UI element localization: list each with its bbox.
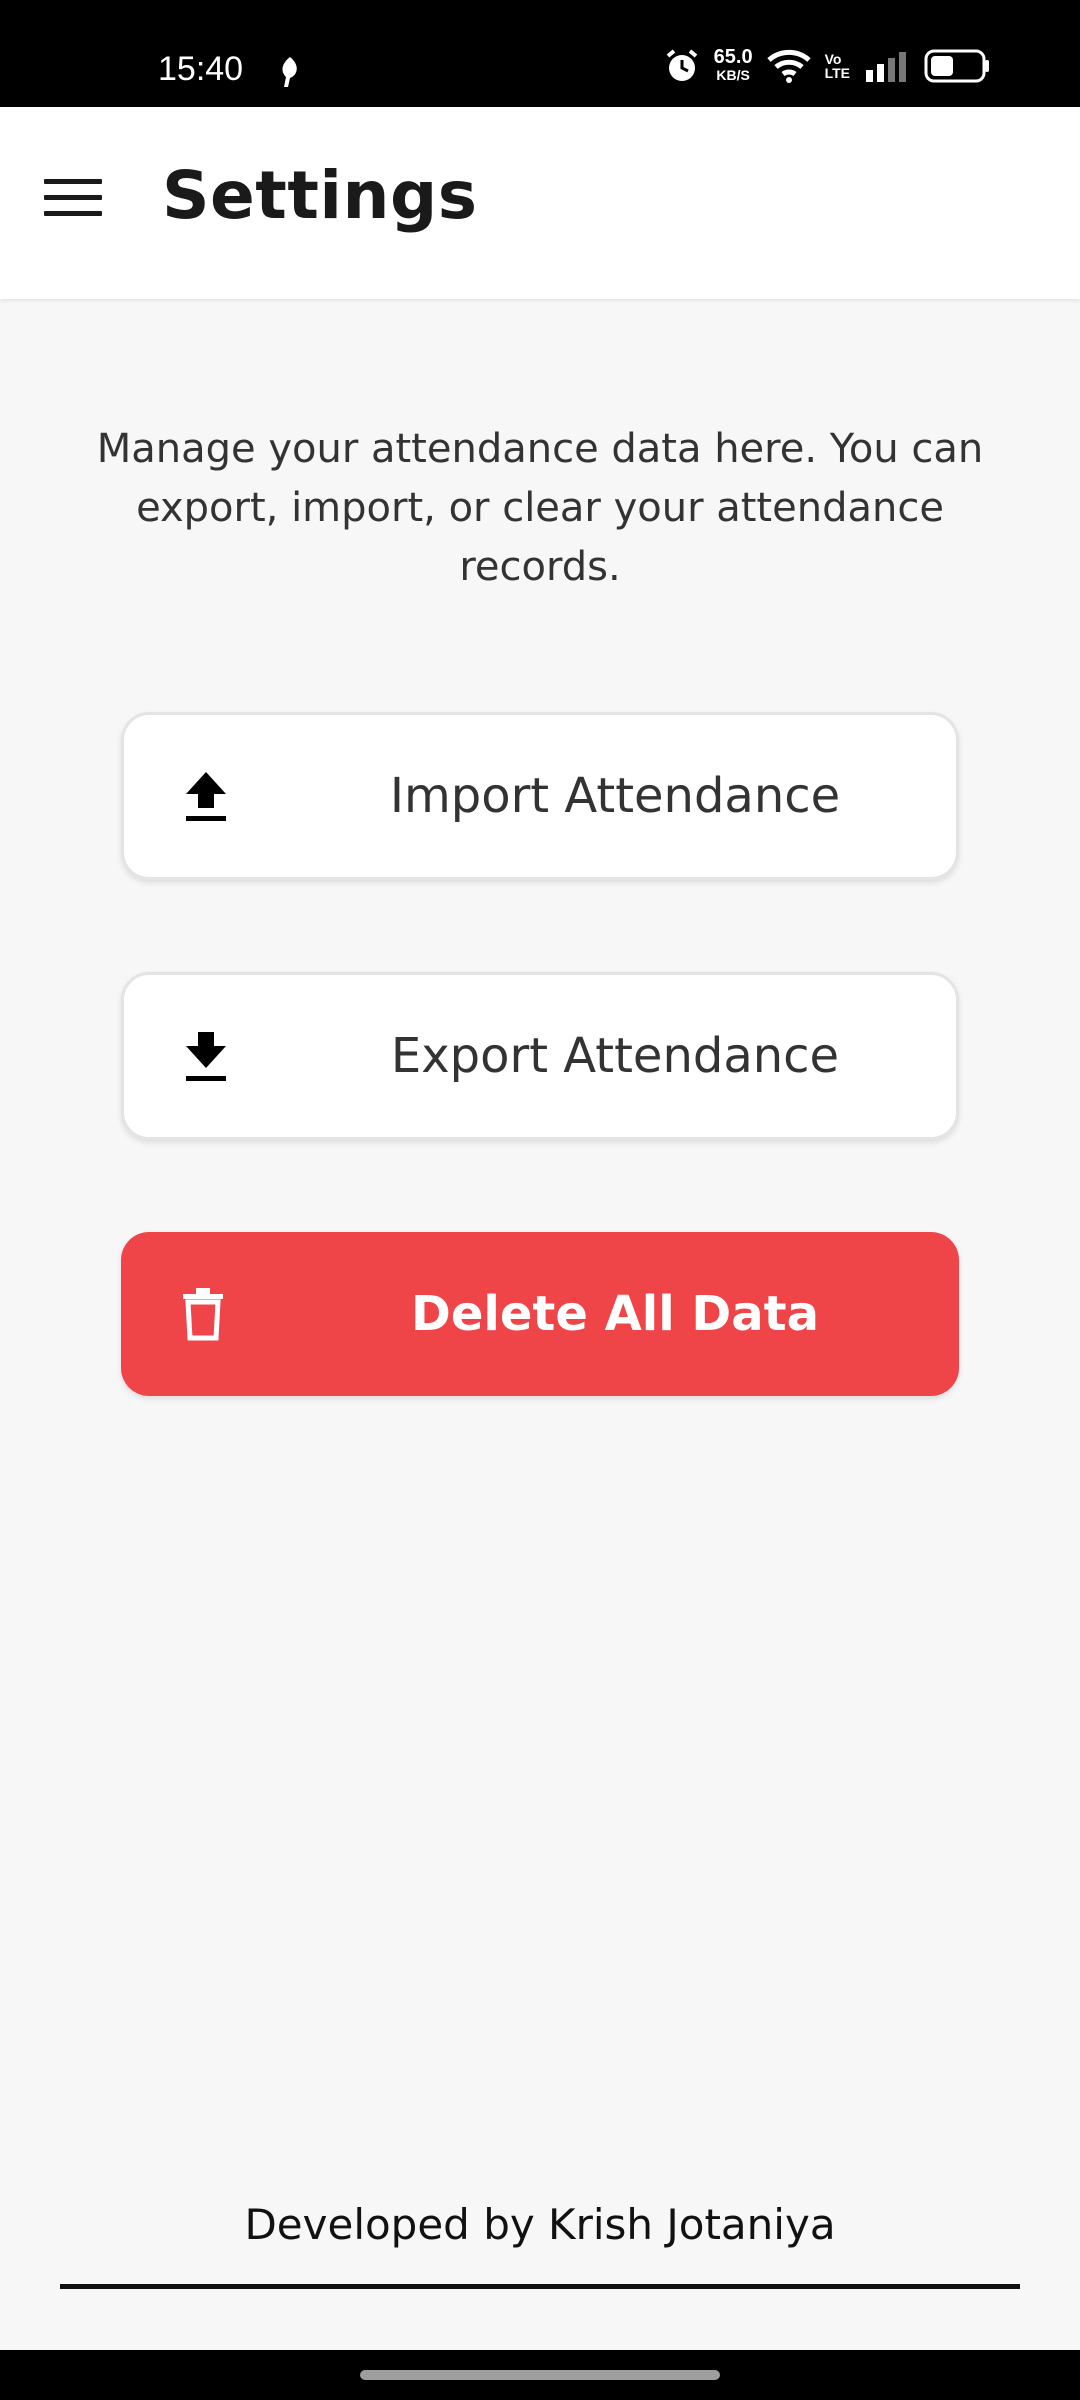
volte-top: Vo xyxy=(824,51,842,67)
leaf-icon xyxy=(282,57,297,87)
gesture-handle[interactable] xyxy=(360,2370,720,2380)
app-bar: Settings xyxy=(0,107,1080,299)
export-attendance-button[interactable]: Export Attendance xyxy=(121,972,959,1140)
network-speed-value: 65.0 xyxy=(713,46,753,68)
volte-bottom: LTE xyxy=(824,65,850,81)
download-icon xyxy=(186,1032,226,1081)
hamburger-menu-icon[interactable] xyxy=(44,179,102,227)
wifi-icon xyxy=(766,49,811,83)
volte-indicator: Vo LTE xyxy=(825,52,850,80)
network-speed-unit: KB/S xyxy=(716,67,750,83)
trash-icon xyxy=(183,1288,223,1341)
alarm-icon xyxy=(666,49,697,81)
settings-description: Manage your attendance data here. You ca… xyxy=(96,426,984,590)
delete-all-data-label: Delete All Data xyxy=(411,1286,819,1342)
export-attendance-label: Export Attendance xyxy=(390,1028,840,1084)
upload-icon xyxy=(186,772,226,821)
footer-divider xyxy=(60,2284,1020,2289)
system-nav-bar xyxy=(0,2350,1080,2400)
status-time: 15:40 xyxy=(158,50,244,88)
delete-all-data-button[interactable]: Delete All Data xyxy=(121,1232,959,1396)
import-attendance-button[interactable]: Import Attendance xyxy=(121,712,959,880)
status-bar: 15:40 65.0 KB/S Vo LTE xyxy=(0,0,1080,107)
signal-icon xyxy=(866,52,906,82)
page-title: Settings xyxy=(162,157,478,234)
battery-icon xyxy=(924,49,989,83)
import-attendance-label: Import Attendance xyxy=(389,768,841,824)
developer-credit: Developed by Krish Jotaniya xyxy=(244,2200,836,2249)
status-icons: 65.0 KB/S Vo LTE xyxy=(664,46,990,84)
network-speed: 65.0 KB/S xyxy=(713,46,753,84)
